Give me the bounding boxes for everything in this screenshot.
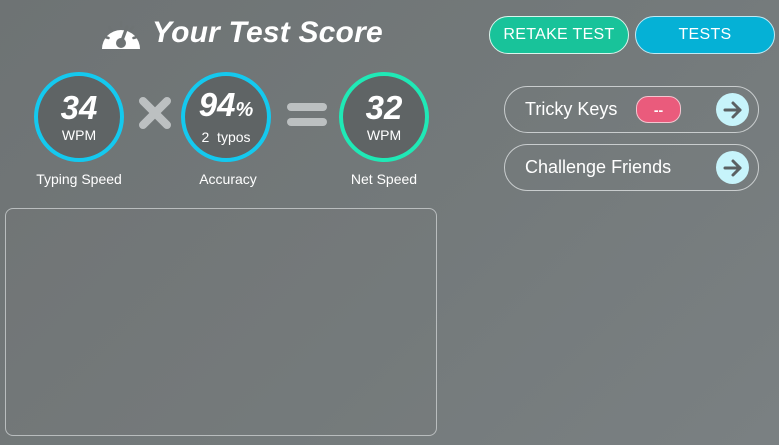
net-speed-value: 32 bbox=[365, 88, 403, 126]
challenge-friends-label: Challenge Friends bbox=[525, 157, 672, 177]
net-speed-unit: WPM bbox=[366, 126, 402, 143]
tricky-keys-badge: -- bbox=[636, 96, 681, 123]
typing-speed-value: 34 bbox=[60, 88, 98, 126]
accuracy-circle: 94% 2 typos bbox=[181, 72, 271, 162]
typing-speed-circle: 34 WPM bbox=[34, 72, 124, 162]
speedometer-icon bbox=[102, 20, 140, 49]
retake-test-button[interactable]: RETAKE TEST bbox=[489, 16, 629, 54]
results-panel bbox=[5, 208, 437, 436]
accuracy-value: 94% bbox=[198, 86, 254, 123]
arrow-right-icon[interactable] bbox=[716, 151, 749, 184]
page-title: Your Test Score bbox=[152, 16, 383, 49]
header: Your Test Score bbox=[98, 13, 383, 53]
challenge-friends-button[interactable]: Challenge Friends bbox=[504, 144, 759, 191]
arrow-right-icon[interactable] bbox=[716, 93, 749, 126]
accuracy-typos: 2 typos bbox=[201, 129, 251, 145]
net-speed-caption: Net Speed bbox=[350, 171, 418, 187]
net-speed-circle: 32 WPM bbox=[339, 72, 429, 162]
equals-icon bbox=[287, 103, 327, 126]
typing-speed-caption: Typing Speed bbox=[36, 171, 122, 187]
tricky-keys-button[interactable]: Tricky Keys -- bbox=[504, 86, 759, 133]
accuracy-caption: Accuracy bbox=[199, 171, 257, 187]
multiply-icon bbox=[139, 97, 171, 129]
percent-sign: % bbox=[235, 99, 254, 121]
typing-speed-unit: WPM bbox=[61, 126, 97, 143]
tests-button[interactable]: TESTS bbox=[635, 16, 775, 54]
tricky-keys-label: Tricky Keys bbox=[525, 99, 618, 119]
